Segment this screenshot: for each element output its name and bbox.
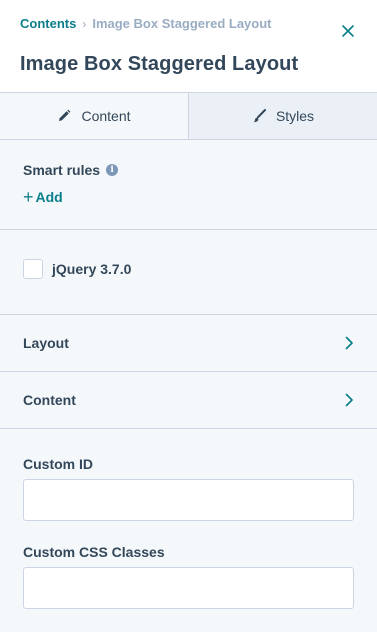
custom-css-classes-label: Custom CSS Classes	[23, 544, 165, 560]
tab-content[interactable]: Content	[0, 93, 189, 139]
add-smart-rule-button[interactable]: + Add	[23, 187, 63, 207]
custom-css-classes-input[interactable]	[23, 567, 354, 609]
tab-styles[interactable]: Styles	[189, 93, 377, 139]
add-label: Add	[35, 189, 63, 205]
custom-id-label: Custom ID	[23, 456, 93, 472]
layout-accordion-label: Layout	[23, 335, 69, 351]
tab-content-label: Content	[81, 108, 131, 124]
tab-bar: Content Styles	[0, 92, 377, 140]
pencil-icon	[57, 109, 71, 123]
jquery-checkbox-label[interactable]: jQuery 3.7.0	[52, 261, 131, 277]
jquery-option: jQuery 3.7.0	[23, 259, 131, 279]
panel-header: Contents › Image Box Staggered Layout Im…	[0, 0, 377, 92]
smart-rules-text: Smart rules	[23, 162, 101, 178]
breadcrumb-separator: ›	[82, 16, 87, 31]
smart-rules-label: Smart rules i	[23, 162, 119, 178]
close-button[interactable]	[337, 20, 359, 42]
breadcrumb-current: Image Box Staggered Layout	[92, 16, 272, 31]
info-icon[interactable]: i	[106, 164, 119, 176]
plus-icon: +	[23, 187, 34, 207]
content-accordion-label: Content	[23, 392, 76, 408]
layout-accordion[interactable]: Layout	[0, 315, 377, 372]
chevron-right-icon	[342, 393, 356, 407]
chevron-right-icon	[342, 336, 356, 350]
close-icon	[342, 25, 354, 37]
content-accordion[interactable]: Content	[0, 372, 377, 429]
tab-styles-label: Styles	[275, 108, 315, 124]
brush-icon	[252, 109, 266, 123]
smart-rules-section: Smart rules i + Add	[0, 140, 377, 230]
custom-id-input[interactable]	[23, 479, 354, 521]
jquery-checkbox[interactable]	[23, 259, 43, 279]
jquery-section: jQuery 3.7.0	[0, 230, 377, 315]
breadcrumb-link-contents[interactable]: Contents	[20, 16, 76, 31]
breadcrumb: Contents › Image Box Staggered Layout	[20, 16, 272, 31]
page-title: Image Box Staggered Layout	[20, 53, 299, 75]
